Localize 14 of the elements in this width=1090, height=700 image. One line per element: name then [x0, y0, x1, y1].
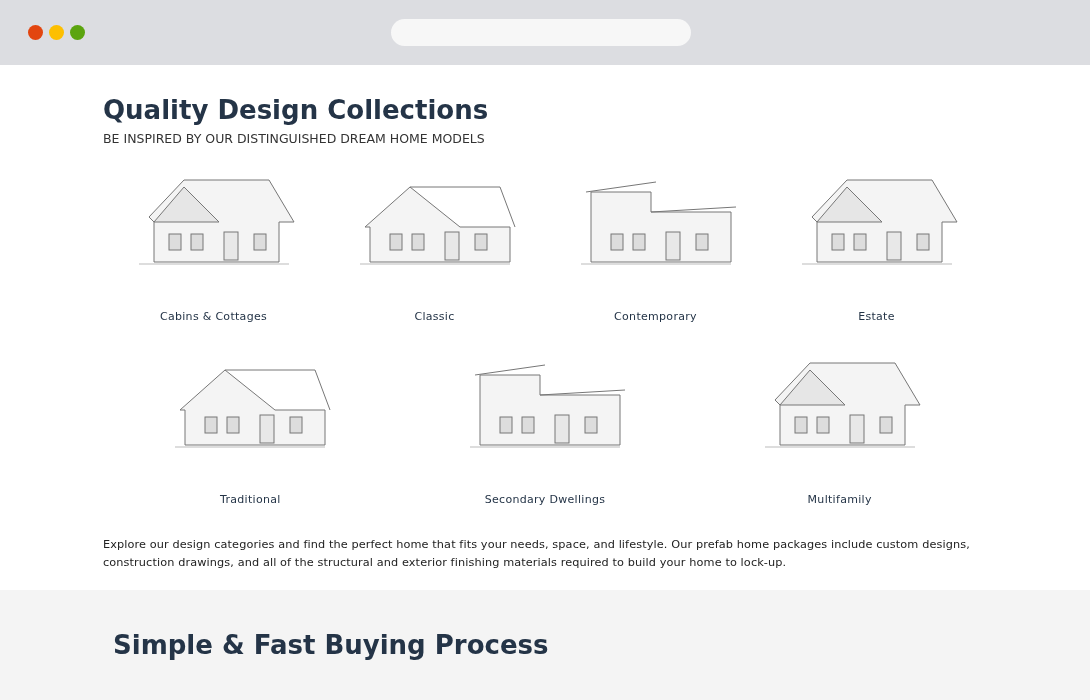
collection-link[interactable]: Traditional — [220, 493, 281, 506]
collection-link[interactable]: Secondary Dwellings — [484, 493, 606, 506]
description-paragraph: Explore our design categories and find the perfect home that fits your needs, space, and lifestyle. Our prefab home packages include custom designs, construction drawings, and all of the structural and exterior finishing materials required to build your home to lock-up. — [103, 537, 971, 571]
minimize-window-dot[interactable] — [49, 25, 64, 40]
collection-link[interactable]: Estate — [858, 310, 895, 323]
section-title: Quality Design Collections — [103, 95, 490, 125]
collection-link[interactable]: Contemporary — [614, 310, 697, 323]
maximize-window-dot[interactable] — [70, 25, 85, 40]
section-subtitle: BE INSPIRED BY OUR DISTINGUISHED DREAM HOME MODELS — [103, 131, 486, 146]
collection-link[interactable]: Multifamily — [807, 493, 872, 506]
collection-link[interactable]: Classic — [414, 310, 455, 323]
close-window-dot[interactable] — [28, 25, 43, 40]
collection-link[interactable]: Cabins & Cottages — [159, 310, 268, 323]
section-title: Simple & Fast Buying Process — [113, 630, 550, 660]
